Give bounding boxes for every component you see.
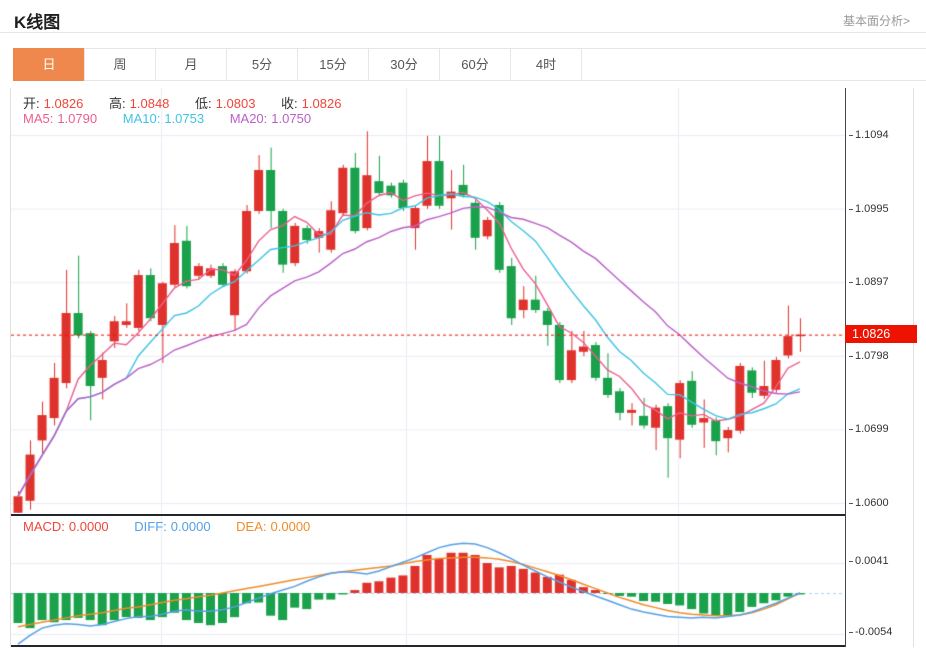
ma20-value: 1.0750 bbox=[271, 111, 312, 126]
chart-container: 开: 1.0826 高: 1.0848 低: 1.0803 收: 1.0826 MA5:… bbox=[10, 88, 917, 647]
tab-4hour[interactable]: 4时 bbox=[510, 48, 582, 81]
ohlc-row: 开: 1.0826 高: 1.0848 低: 1.0803 收: 1.0826 bbox=[23, 93, 345, 112]
macd-canvas[interactable] bbox=[11, 516, 845, 645]
header-divider bbox=[0, 32, 926, 33]
tab-60min[interactable]: 60分 bbox=[439, 48, 511, 81]
price-axis-label: 1.0798 bbox=[849, 350, 889, 362]
period-tab-bar: 日 周 月 5分 15分 30分 60分 4时 bbox=[13, 48, 926, 81]
ma10-value: 1.0753 bbox=[164, 111, 205, 126]
tab-bar-filler bbox=[582, 48, 926, 81]
diff-value: 0.0000 bbox=[170, 519, 211, 534]
tab-15min[interactable]: 15分 bbox=[297, 48, 369, 81]
diff-label: DIFF: bbox=[134, 519, 167, 534]
close-label: 收: bbox=[281, 96, 298, 111]
page-title: K线图 bbox=[14, 13, 61, 32]
ma5-label: MA5: bbox=[23, 111, 54, 126]
chart-bottom-border bbox=[11, 645, 846, 647]
tab-30min[interactable]: 30分 bbox=[368, 48, 440, 81]
tab-week[interactable]: 周 bbox=[84, 48, 156, 81]
price-axis-line bbox=[845, 88, 846, 647]
close-value: 1.0826 bbox=[301, 96, 342, 111]
ma20-label: MA20: bbox=[229, 111, 268, 126]
macd-axis-label: -0.0054 bbox=[849, 626, 892, 638]
ma10-label: MA10: bbox=[122, 111, 161, 126]
open-label: 开: bbox=[23, 96, 40, 111]
tab-5min[interactable]: 5分 bbox=[226, 48, 298, 81]
tab-month[interactable]: 月 bbox=[155, 48, 227, 81]
low-value: 1.0803 bbox=[215, 96, 256, 111]
current-price-tag: 1.0826 bbox=[845, 325, 917, 343]
ma5-value: 1.0790 bbox=[57, 111, 98, 126]
low-label: 低: bbox=[195, 96, 212, 111]
price-axis-label: 1.0699 bbox=[849, 423, 889, 435]
high-label: 高: bbox=[109, 96, 126, 111]
high-value: 1.0848 bbox=[129, 96, 170, 111]
price-axis-label: 1.0600 bbox=[849, 497, 889, 509]
dea-label: DEA: bbox=[236, 519, 267, 534]
macd-info-row: MACD: 0.0000 DIFF: 0.0000 DEA: 0.0000 bbox=[23, 519, 314, 534]
ma-row: MA5: 1.0790 MA10: 1.0753 MA20: 1.0750 bbox=[23, 111, 315, 126]
fundamental-analysis-link[interactable]: 基本面分析> bbox=[843, 12, 910, 29]
price-axis-label: 1.0995 bbox=[849, 203, 889, 215]
tab-day[interactable]: 日 bbox=[13, 48, 85, 81]
main-kline-canvas[interactable] bbox=[11, 88, 845, 513]
price-axis-label: 1.1094 bbox=[849, 129, 889, 141]
dea-value: 0.0000 bbox=[270, 519, 311, 534]
price-axis-label: 1.0897 bbox=[849, 276, 889, 288]
macd-value: 0.0000 bbox=[68, 519, 109, 534]
kline-page: K线图 基本面分析> 日 周 月 5分 15分 30分 60分 4时 开: 1.0… bbox=[0, 0, 926, 650]
open-value: 1.0826 bbox=[43, 96, 84, 111]
macd-axis-label: 0.0041 bbox=[849, 555, 889, 567]
macd-label: MACD: bbox=[23, 519, 65, 534]
